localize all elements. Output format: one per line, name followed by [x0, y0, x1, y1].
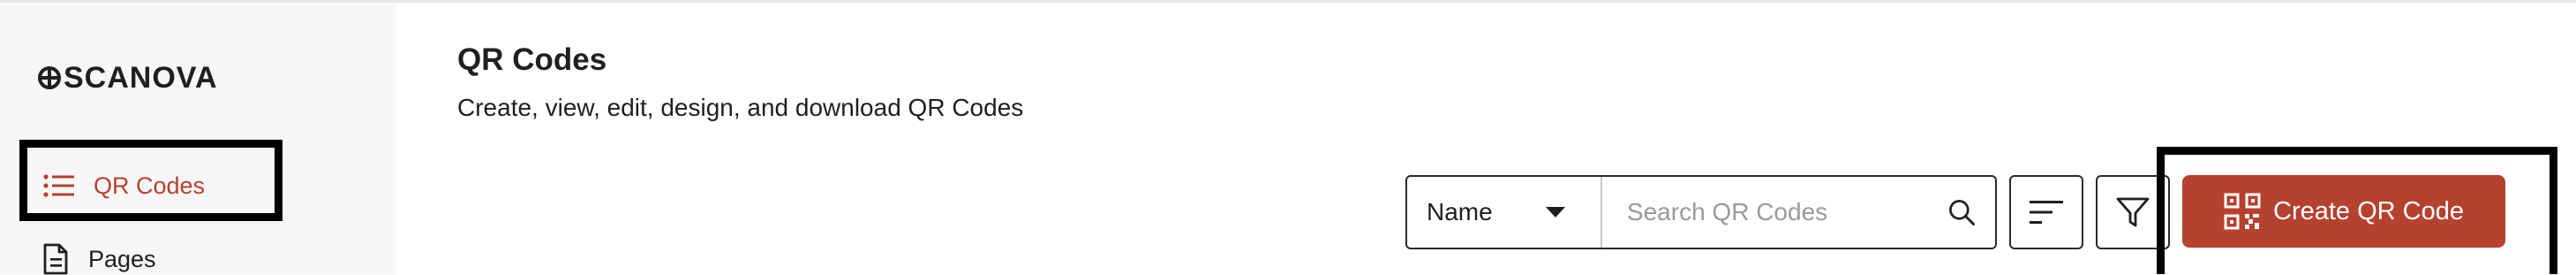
search-icon[interactable] [1946, 195, 1977, 230]
highlight-box [2157, 147, 2557, 274]
logo-text: SCANOVA [64, 61, 218, 95]
caret-down-icon [1545, 207, 1565, 218]
search-field-select-value: Name [1427, 198, 1493, 225]
page-subtitle: Create, view, edit, design, and download… [457, 94, 1024, 121]
sidebar: SCANOVA QR Codes Pages [0, 3, 395, 275]
highlight-box [19, 140, 282, 221]
search-input[interactable] [1601, 177, 1946, 248]
sort-lines-icon [2030, 201, 2063, 224]
logo-mark-icon [38, 66, 61, 89]
search-group: Name [1405, 175, 1997, 249]
page-title: QR Codes [457, 42, 607, 77]
document-icon [43, 243, 68, 275]
sidebar-item-label: Pages [88, 245, 156, 272]
search-field-select[interactable]: Name [1407, 177, 1602, 248]
sort-button[interactable] [2009, 175, 2083, 249]
logo[interactable]: SCANOVA [37, 63, 218, 93]
funnel-icon [2116, 197, 2150, 227]
sidebar-item-pages[interactable]: Pages [42, 243, 156, 275]
